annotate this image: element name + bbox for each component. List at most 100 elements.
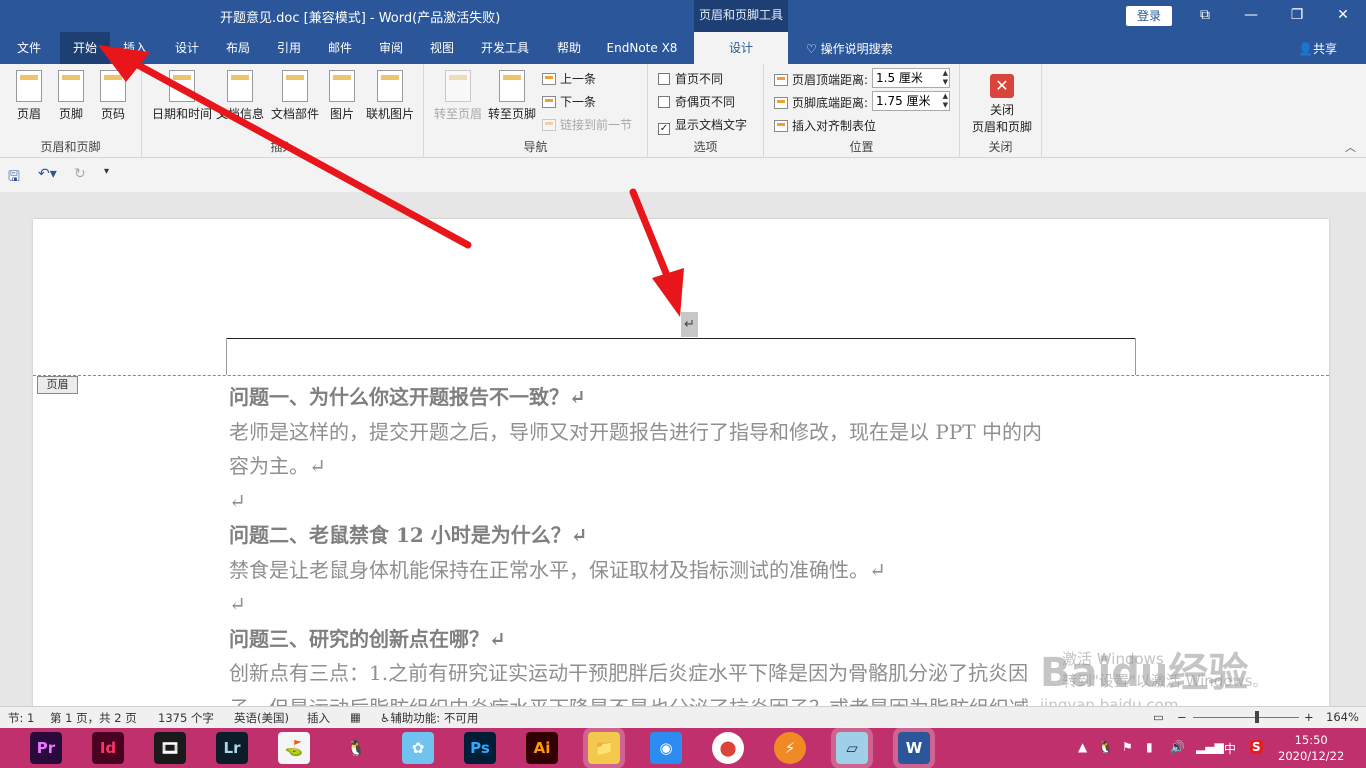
document-page[interactable]: ↵ 页眉 问题一、为什么你这开题报告不一致？↵ 老师是这样的，提交开题之后，导师又… xyxy=(33,219,1329,706)
date-time-button[interactable]: 日期和时间 xyxy=(150,70,214,122)
tab-file[interactable]: 文件 xyxy=(6,32,52,64)
customize-qat-icon[interactable]: ▾ xyxy=(104,166,109,177)
tray-qq-icon[interactable]: 🐧 xyxy=(1098,740,1113,754)
media-player-icon[interactable]: ⛳ xyxy=(278,732,310,764)
bird-app-icon[interactable]: ✿ xyxy=(402,732,434,764)
photoshop-icon[interactable]: Ps xyxy=(464,732,496,764)
tab-layout[interactable]: 布局 xyxy=(215,32,261,64)
thunder-icon[interactable]: ⚡ xyxy=(774,732,806,764)
insert-align-tab-button[interactable]: 插入对齐制表位 xyxy=(774,117,876,134)
tab-design[interactable]: 设计 xyxy=(164,32,210,64)
footer-bottom-distance-input[interactable]: 1.75 厘米 ▲ ▼ xyxy=(872,91,950,111)
clock[interactable]: 15:50 2020/12/22 xyxy=(1278,732,1344,764)
previous-label: 上一条 xyxy=(560,72,597,86)
collapse-ribbon-icon[interactable]: ︿ xyxy=(1345,139,1356,155)
file-explorer-icon[interactable]: 📁 xyxy=(588,732,620,764)
word-count[interactable]: 1375 个字 xyxy=(158,710,214,726)
chrome-icon[interactable]: ⬤ xyxy=(712,732,744,764)
share-button[interactable]: 👤共享 xyxy=(1298,40,1337,57)
link-previous-button[interactable]: 链接到前一节 xyxy=(542,116,632,133)
undo-icon[interactable]: ↶▾ xyxy=(38,166,57,182)
tray-expand-icon[interactable]: ▲ xyxy=(1078,740,1087,754)
goto-header-button[interactable]: 转至页眉 xyxy=(432,70,484,122)
insert-mode[interactable]: 插入 xyxy=(307,710,330,726)
quick-parts-button[interactable]: 文档部件 xyxy=(268,70,322,122)
save-icon[interactable]: 🖫 xyxy=(8,166,20,190)
page-indicator[interactable]: 第 1 页，共 2 页 xyxy=(50,710,137,726)
page-number-button[interactable]: 页码 xyxy=(96,70,130,122)
question-heading[interactable]: 问题二、老鼠禁食 12 小时是为什么？↵ xyxy=(229,518,1149,553)
different-odd-even-checkbox[interactable]: 奇偶页不同 xyxy=(658,93,735,110)
footer-button[interactable]: 页脚 xyxy=(54,70,88,122)
tab-home[interactable]: 开始 xyxy=(60,32,110,64)
zoom-slider[interactable] xyxy=(1193,717,1299,718)
tab-endnote[interactable]: EndNote X8 xyxy=(600,32,684,64)
online-picture-button[interactable]: 联机图片 xyxy=(362,70,418,122)
body-paragraph-line[interactable]: 子，但是运动后脂肪组织中炎症水平下降是不是也分泌了抗炎因子？或者是因为脂肪组织减 xyxy=(229,691,1149,707)
accessibility-status[interactable]: ♿辅助功能: 不可用 xyxy=(380,710,478,726)
previous-button[interactable]: 上一条 xyxy=(542,70,596,87)
tab-developer[interactable]: 开发工具 xyxy=(471,32,539,64)
tray-network-icon[interactable]: ▮ xyxy=(1146,740,1153,754)
different-first-page-checkbox[interactable]: 首页不同 xyxy=(658,70,723,87)
qq-icon[interactable]: 🐧 xyxy=(340,732,372,764)
zoom-in-icon[interactable]: + xyxy=(1304,710,1314,724)
tell-me-search[interactable]: ♡ 操作说明搜索 xyxy=(806,40,893,57)
notes-app-icon[interactable]: ▱ xyxy=(836,732,868,764)
tab-mailings[interactable]: 邮件 xyxy=(317,32,363,64)
web-layout-icon[interactable]: ▭ xyxy=(1153,710,1164,724)
body-paragraph-line[interactable]: ↵ xyxy=(229,587,1149,622)
section-indicator[interactable]: 节: 1 xyxy=(8,710,34,726)
next-button[interactable]: 下一条 xyxy=(542,93,596,110)
video-editor-icon[interactable]: 🎞 xyxy=(154,732,186,764)
indesign-icon[interactable]: Id xyxy=(92,732,124,764)
close-window-button[interactable]: ✕ xyxy=(1320,0,1366,32)
tab-review[interactable]: 审阅 xyxy=(368,32,414,64)
language-indicator[interactable]: 英语(美国) xyxy=(234,710,289,726)
close-header-footer-button[interactable]: ✕ 关闭 页眉和页脚 xyxy=(966,70,1038,135)
body-paragraph-line[interactable]: 容为主。↵ xyxy=(229,449,1149,484)
doc-info-button[interactable]: 文档信息 xyxy=(214,70,266,122)
tray-flag-icon[interactable]: ⚑ xyxy=(1122,740,1133,754)
illustrator-icon[interactable]: Ai xyxy=(526,732,558,764)
body-paragraph-line[interactable]: 禁食是让老鼠身体机能保持在正常水平，保证取材及指标测试的准确性。↵ xyxy=(229,553,1149,588)
share-label: 共享 xyxy=(1312,42,1337,56)
redo-icon[interactable]: ↻ xyxy=(74,166,86,182)
tab-help[interactable]: 帮助 xyxy=(546,32,592,64)
goto-footer-button[interactable]: 转至页脚 xyxy=(486,70,538,122)
tab-view[interactable]: 视图 xyxy=(419,32,465,64)
group-label: 选项 xyxy=(693,140,718,154)
zoom-out-icon[interactable]: − xyxy=(1177,710,1187,724)
tab-references[interactable]: 引用 xyxy=(266,32,312,64)
show-doc-text-checkbox[interactable]: ✓ 显示文档文字 xyxy=(658,116,747,135)
tab-insert[interactable]: 插入 xyxy=(112,32,158,64)
browser-icon[interactable]: ◉ xyxy=(650,732,682,764)
header-top-distance-input[interactable]: 1.5 厘米 ▲ ▼ xyxy=(872,68,950,88)
spinner-icon[interactable]: ▲ ▼ xyxy=(943,92,948,110)
volume-icon[interactable]: 🔊 xyxy=(1170,740,1185,754)
question-heading[interactable]: 问题三、研究的创新点在哪？↵ xyxy=(229,622,1149,657)
restore-button[interactable]: ❐ xyxy=(1274,0,1320,32)
spinner-icon[interactable]: ▲ ▼ xyxy=(943,69,948,87)
macro-icon[interactable]: ▦ xyxy=(350,710,361,724)
body-paragraph-line[interactable]: ↵ xyxy=(229,484,1149,519)
question-heading[interactable]: 问题一、为什么你这开题报告不一致？↵ xyxy=(229,380,1149,415)
header-button[interactable]: 页眉 xyxy=(12,70,46,122)
body-text[interactable]: 问题一、为什么你这开题报告不一致？↵ 老师是这样的，提交开题之后，导师又对开题报告… xyxy=(229,380,1149,706)
ribbon-display-icon[interactable]: ⧉ xyxy=(1182,0,1228,32)
lightroom-icon[interactable]: Lr xyxy=(216,732,248,764)
body-paragraph-line[interactable]: 老师是这样的，提交开题之后，导师又对开题报告进行了指导和修改，现在是以 PPT … xyxy=(229,415,1149,450)
tab-header-footer-design[interactable]: 设计 xyxy=(694,32,788,64)
sogou-icon[interactable]: S xyxy=(1250,740,1263,754)
picture-button[interactable]: 图片 xyxy=(326,70,358,122)
word-icon[interactable]: W xyxy=(898,732,930,764)
zoom-level[interactable]: 164% xyxy=(1326,710,1359,724)
minimize-button[interactable]: — xyxy=(1228,0,1274,32)
wifi-icon[interactable]: ▂▄▆ xyxy=(1196,740,1224,754)
body-paragraph-line[interactable]: 创新点有三点：1.之前有研究证实运动干预肥胖后炎症水平下降是因为骨骼肌分泌了抗炎… xyxy=(229,656,1149,691)
login-button[interactable]: 登录 xyxy=(1126,6,1172,26)
premiere-icon[interactable]: Pr xyxy=(30,732,62,764)
ime-indicator[interactable]: 中 xyxy=(1224,740,1236,757)
zoom-slider-thumb[interactable] xyxy=(1255,711,1259,723)
header-paragraph-mark[interactable]: ↵ xyxy=(681,312,698,337)
